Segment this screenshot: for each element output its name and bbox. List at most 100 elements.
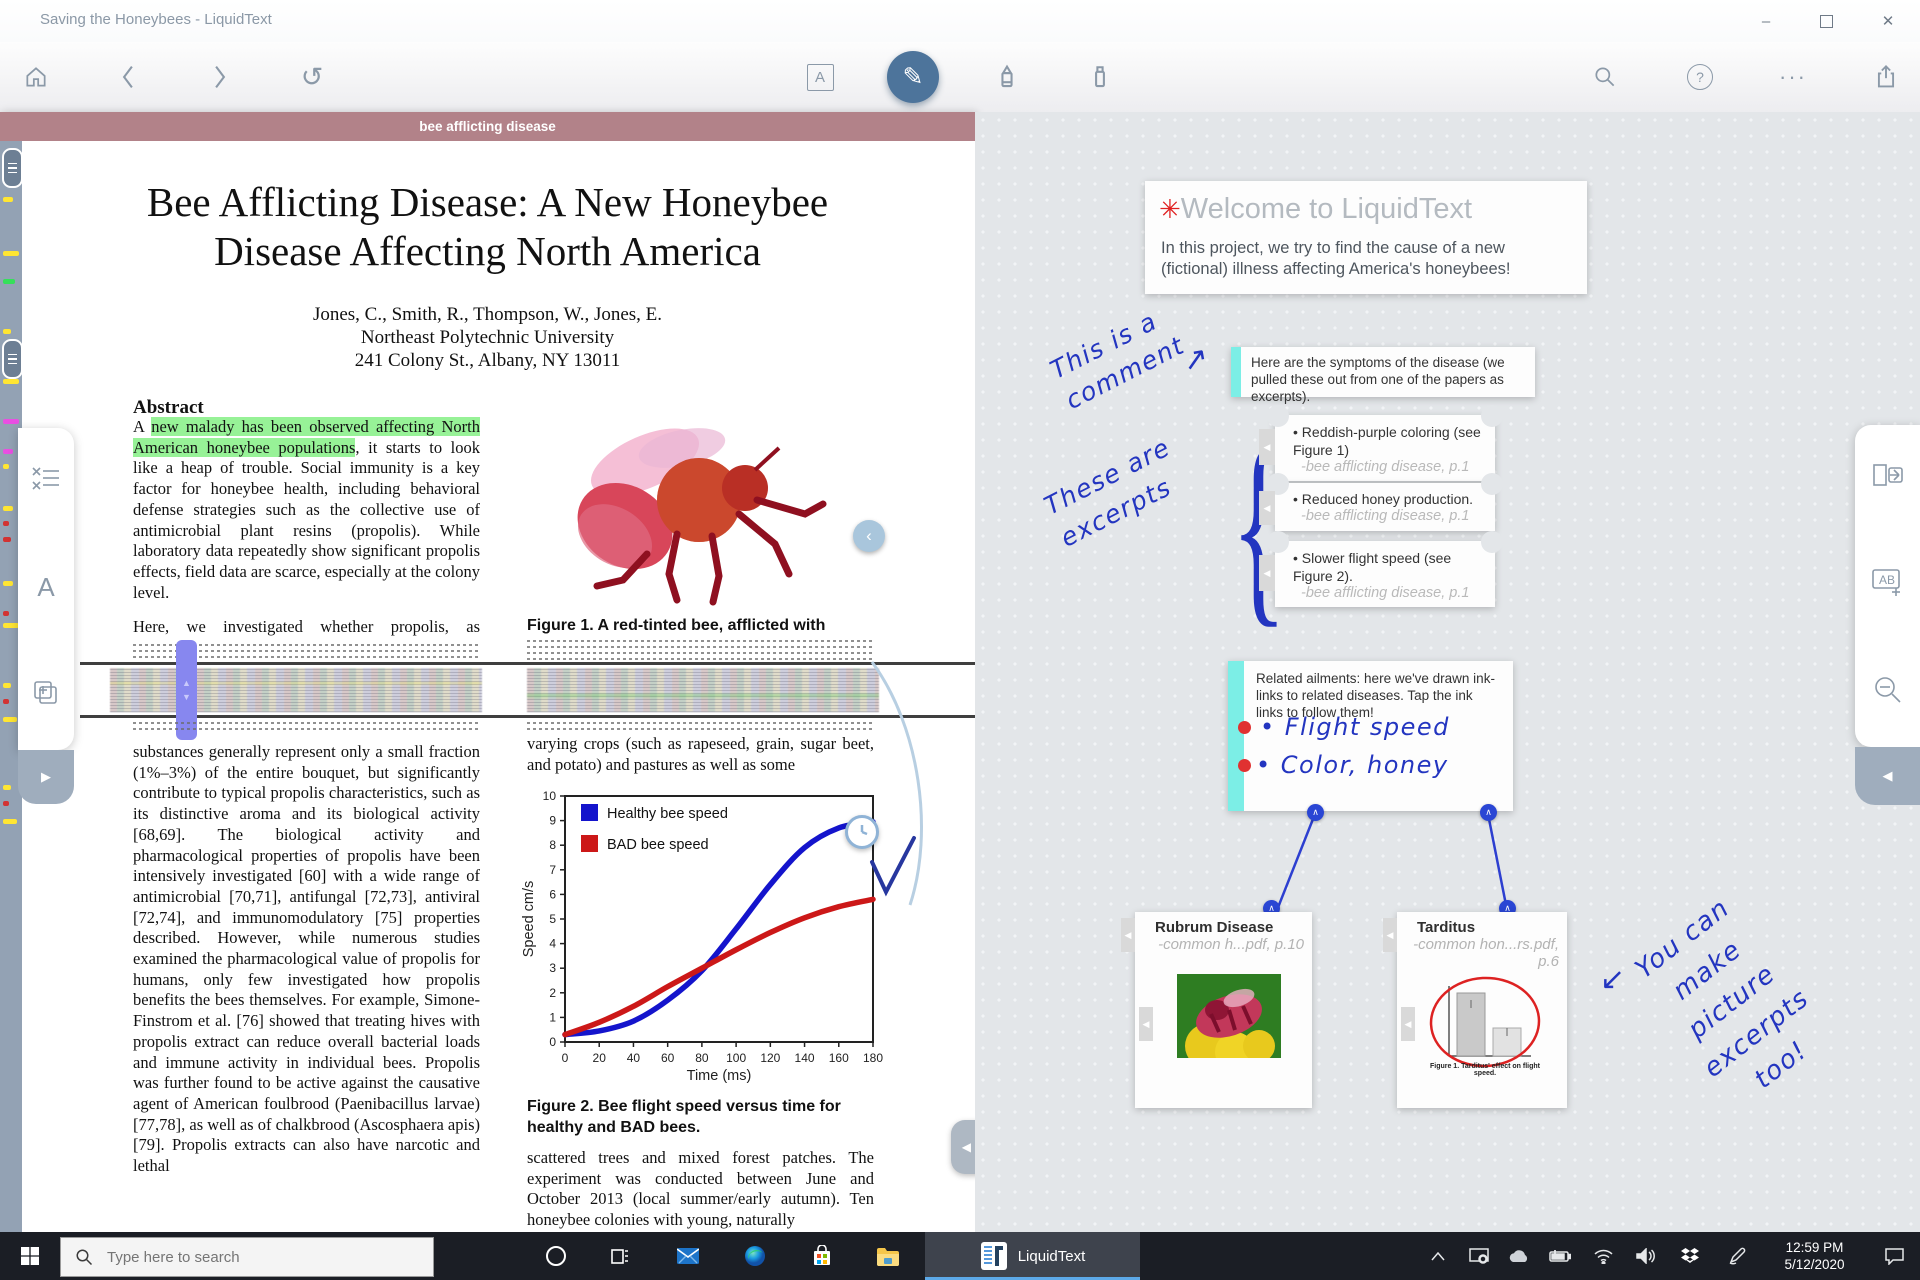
rubrum-disease-card[interactable]: ◀ Rubrum Disease -common h...pdf, p.10 ◀ xyxy=(1135,912,1312,1108)
start-button[interactable] xyxy=(6,1232,54,1280)
figure1-bee-image[interactable] xyxy=(527,404,862,614)
close-button[interactable]: ✕ xyxy=(1860,0,1916,42)
excerpt-card-3[interactable]: ◀ • Slower flight speed (see Figure 2). … xyxy=(1275,541,1495,607)
help-icon: ? xyxy=(1687,64,1713,90)
task-view-icon xyxy=(610,1246,630,1266)
text-tool-button[interactable]: A xyxy=(792,42,848,112)
eraser-tool-button[interactable] xyxy=(1072,42,1128,112)
mail-app-button[interactable] xyxy=(664,1232,712,1280)
related-ailments-card[interactable]: Related ailments: here we've drawn ink-l… xyxy=(1228,661,1513,811)
left-triangle-icon: ◀ xyxy=(1387,930,1394,941)
excerpt-notch xyxy=(1267,405,1289,427)
forward-icon xyxy=(209,64,231,90)
ink-note-excerpts[interactable]: These are excerpts xyxy=(1038,430,1193,556)
excerpt-source-tab[interactable]: ◀ xyxy=(1259,429,1275,465)
tray-show-hidden-button[interactable] xyxy=(1420,1232,1456,1280)
ink-link-color-honey[interactable]: • Color, honey xyxy=(1256,751,1449,779)
squished-text-rows xyxy=(527,640,874,664)
pdf-document-panel: bee afflicting disease xyxy=(0,112,975,1232)
ink-note-comment[interactable]: This is a comment xyxy=(1045,298,1191,417)
collapse-right-panel-tab[interactable]: ◀ xyxy=(1855,747,1920,805)
excerpt-source-tab[interactable]: ◀ xyxy=(1139,1007,1153,1041)
pages-plus-icon xyxy=(32,679,60,707)
action-center-button[interactable] xyxy=(1872,1232,1916,1280)
figure2-chart[interactable]: 020406080100120140160180012345678910Time… xyxy=(521,788,885,1090)
related-ailments-text: Related ailments: here we've drawn ink-l… xyxy=(1228,661,1513,721)
ink-link-flight-speed[interactable]: • Flight speed xyxy=(1260,713,1450,741)
tray-wifi-button[interactable] xyxy=(1583,1232,1623,1280)
left-triangle-icon: ◀ xyxy=(962,1140,971,1154)
symptoms-comment-text: Here are the symptoms of the disease (we… xyxy=(1231,347,1535,405)
liquidtext-taskbar-button[interactable]: LiquidText xyxy=(925,1232,1140,1280)
workspace-canvas[interactable]: ✳Welcome to LiquidText In this project, … xyxy=(975,112,1920,1232)
undo-button[interactable]: ↺ xyxy=(284,42,340,112)
add-page-button[interactable] xyxy=(32,679,60,712)
ink-note-picture-excerpts[interactable]: You can make picture excerpts too! xyxy=(1588,859,1877,1146)
help-button[interactable]: ? xyxy=(1672,42,1728,112)
annotation-mark xyxy=(3,506,13,511)
link-node[interactable]: ∧ xyxy=(1307,804,1324,821)
annotation-mark xyxy=(3,379,19,384)
file-explorer-button[interactable] xyxy=(864,1232,912,1280)
excerpt-source-tab[interactable]: ◀ xyxy=(1401,1007,1415,1041)
svg-text:140: 140 xyxy=(795,1051,815,1065)
tray-battery-button[interactable] xyxy=(1540,1232,1580,1280)
tray-onedrive-button[interactable] xyxy=(1500,1232,1538,1280)
svg-text:7: 7 xyxy=(549,863,556,877)
excerpt-source-tab[interactable]: ◀ xyxy=(1121,918,1135,952)
excerpt-source-tab[interactable]: ◀ xyxy=(1383,918,1397,952)
search-input[interactable] xyxy=(105,1248,409,1267)
cast-display-icon xyxy=(1469,1248,1489,1264)
excerpt-anchor-handle[interactable]: ‹ xyxy=(853,520,885,552)
excerpt-source-tab[interactable]: ◀ xyxy=(1259,555,1275,591)
more-options-button[interactable]: ··· xyxy=(1765,42,1821,112)
review-clock-handle[interactable] xyxy=(845,815,879,849)
search-icon xyxy=(1592,64,1618,90)
chevron-icon: ∧ xyxy=(1312,807,1319,818)
collapse-text-button[interactable] xyxy=(31,466,61,497)
pdf-tab-header[interactable]: bee afflicting disease xyxy=(0,112,975,141)
minimize-button[interactable]: – xyxy=(1738,0,1794,42)
zoom-out-button[interactable] xyxy=(1873,675,1903,710)
excerpt-card-2[interactable]: ◀ • Reduced honey production. -bee affli… xyxy=(1275,483,1495,531)
squished-text-rows xyxy=(133,722,480,734)
tray-cast-button[interactable] xyxy=(1460,1232,1498,1280)
cortana-icon xyxy=(546,1246,566,1266)
edge-icon xyxy=(744,1245,766,1267)
symptoms-comment-card[interactable]: Here are the symptoms of the disease (we… xyxy=(1231,347,1535,397)
edge-browser-button[interactable] xyxy=(731,1232,779,1280)
battery-icon xyxy=(1549,1250,1571,1263)
store-app-button[interactable] xyxy=(798,1232,846,1280)
excerpt-card-1[interactable]: ◀ • Reddish-purple coloring (see Figure … xyxy=(1275,415,1495,481)
tray-pen-button[interactable] xyxy=(1716,1232,1758,1280)
chevron-up-icon: ▲ xyxy=(182,678,191,688)
svg-text:2: 2 xyxy=(549,986,556,1000)
welcome-card[interactable]: ✳Welcome to LiquidText In this project, … xyxy=(1145,181,1587,294)
link-node[interactable]: ∧ xyxy=(1480,804,1497,821)
search-button[interactable] xyxy=(1577,42,1633,112)
maximize-button[interactable] xyxy=(1798,0,1854,42)
forward-button[interactable] xyxy=(192,42,248,112)
tray-dropbox-button[interactable] xyxy=(1670,1232,1710,1280)
taskbar-search-box[interactable] xyxy=(60,1237,434,1277)
pen-tool-button[interactable]: ✎ xyxy=(885,42,941,112)
tray-volume-button[interactable] xyxy=(1626,1232,1666,1280)
cortana-button[interactable] xyxy=(532,1232,580,1280)
annotation-mark xyxy=(3,699,9,704)
scroll-handle-current[interactable] xyxy=(2,339,23,379)
pull-out-page-button[interactable] xyxy=(1872,462,1904,493)
tarditus-card[interactable]: ◀ Tarditus -common hon...rs.pdf, p.6 ◀ F… xyxy=(1397,912,1567,1108)
scroll-handle-top[interactable] xyxy=(2,148,23,188)
back-button[interactable] xyxy=(100,42,156,112)
expand-left-panel-tab[interactable]: ▶ xyxy=(18,750,74,804)
excerpt-source-tab[interactable]: ◀ xyxy=(1259,491,1275,525)
highlighter-tool-button[interactable] xyxy=(979,42,1035,112)
home-button[interactable] xyxy=(8,42,64,112)
svg-text:AB: AB xyxy=(1879,573,1895,587)
add-text-box-button[interactable]: AB xyxy=(1871,566,1905,601)
taskbar-clock[interactable]: 12:59 PM5/12/2020 xyxy=(1762,1232,1867,1280)
task-view-button[interactable] xyxy=(596,1232,644,1280)
share-button[interactable] xyxy=(1858,42,1914,112)
annotation-mark xyxy=(3,419,19,424)
font-tool-button[interactable]: A xyxy=(37,572,54,603)
